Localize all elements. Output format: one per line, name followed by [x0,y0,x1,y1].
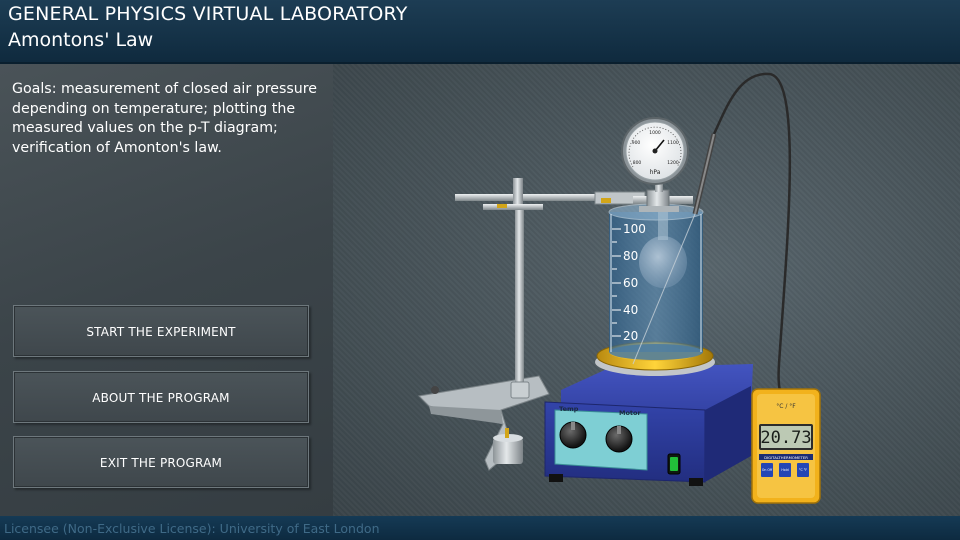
thermometer-brand: DIGITALTHERMOMETER [764,455,808,460]
gauge-unit-label: hPa [650,169,661,176]
scale-label-40: 40 [623,303,638,317]
apparatus-scene: Temp Motor 100 80 60 40 20 800 900 1000 … [333,64,960,516]
exit-program-button[interactable]: EXIT THE PROGRAM [13,436,309,488]
left-panel: Goals: measurement of closed air pressur… [0,64,333,516]
hold-label: Hold [781,468,788,472]
gauge-tick-1200: 1200 [667,160,679,166]
unit-toggle-label: °C °F [799,468,807,472]
motor-label: Motor [619,409,642,417]
gauge-tick-1100: 1100 [667,140,679,146]
lab-subtitle: Amontons' Law [8,29,154,51]
app-header: GENERAL PHYSICS VIRTUAL LABORATORY Amont… [0,0,960,64]
gauge-tick-800: 800 [633,160,642,166]
gauge-tick-1000: 1000 [649,130,661,136]
stand-rod [515,204,524,390]
on-off-label: On Off [762,468,773,472]
app-footer: Licensee (Non-Exclusive License): Univer… [0,516,960,540]
scale-label-60: 60 [623,276,638,290]
air-flask [639,236,687,288]
scale-label-80: 80 [623,249,638,263]
pressure-gauge: 800 900 1000 1100 1200 hPa [621,117,689,185]
digital-thermometer: °C / °F 20.73 DIGITALTHERMOMETER On Off … [751,388,821,504]
scale-label-20: 20 [623,329,638,343]
scale-label-100: 100 [623,222,646,236]
about-program-button[interactable]: ABOUT THE PROGRAM [13,371,309,423]
thermometer-unit-label: °C / °F [776,403,796,410]
beaker: 100 80 60 40 20 [608,200,704,360]
magnetic-stirrer: Temp Motor [544,364,753,486]
licensee-text: Licensee (Non-Exclusive License): Univer… [4,521,380,536]
temp-label: Temp [559,405,579,413]
gauge-tick-900: 900 [632,140,641,146]
goals-text: Goals: measurement of closed air pressur… [12,81,317,156]
app-title: GENERAL PHYSICS VIRTUAL LABORATORY [8,3,408,25]
power-switch[interactable] [670,457,678,471]
start-experiment-button[interactable]: START THE EXPERIMENT [13,305,309,357]
temperature-reading: 20.73 [760,428,811,448]
apparatus-illustration: Temp Motor 100 80 60 40 20 800 900 1000 … [417,72,821,504]
